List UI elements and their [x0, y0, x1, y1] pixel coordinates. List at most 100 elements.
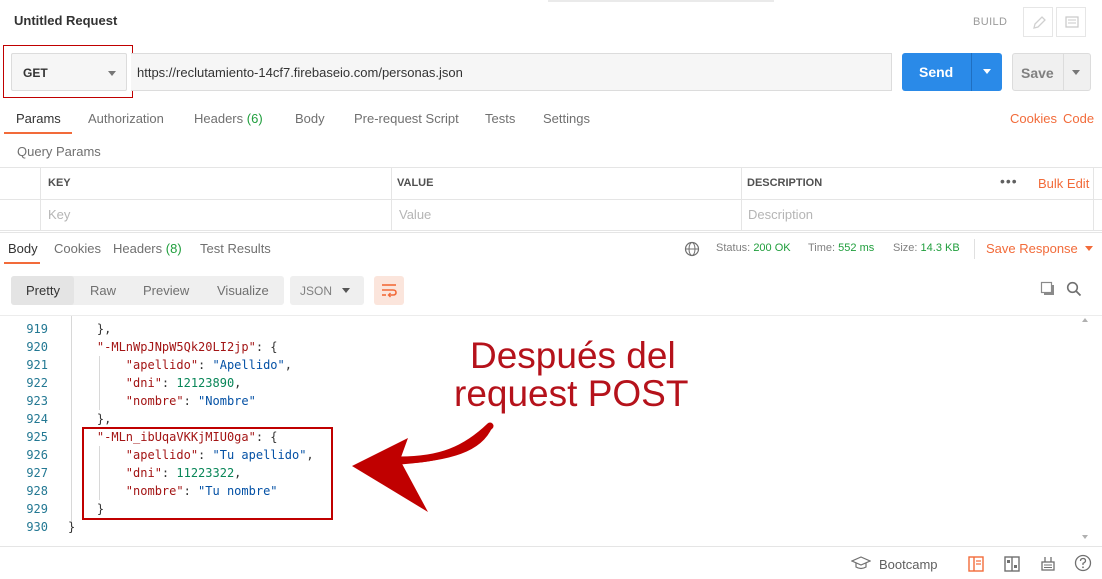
- tab-body[interactable]: Body: [295, 111, 325, 126]
- status-divider: [974, 239, 975, 259]
- tab-label: Tests: [485, 111, 516, 126]
- response-divider: [0, 232, 1102, 233]
- response-status[interactable]: Status: 200 OK: [716, 242, 791, 254]
- status-value: 200 OK: [753, 242, 791, 254]
- tab-headers[interactable]: Headers (6): [194, 111, 263, 126]
- tab-authorization[interactable]: Authorization: [88, 111, 164, 126]
- bootcamp-link[interactable]: Bootcamp: [879, 557, 938, 572]
- tab-label: Headers: [113, 241, 163, 256]
- help-icon[interactable]: [1074, 554, 1092, 572]
- save-label: Save: [1021, 65, 1054, 81]
- size-value: 14.3 KB: [920, 242, 960, 254]
- active-tab-indicator: [4, 132, 72, 134]
- value-input[interactable]: Value: [399, 207, 431, 222]
- query-params-title: Query Params: [17, 144, 101, 159]
- code-line: "apellido": "Apellido",: [125, 358, 292, 372]
- view-raw-button[interactable]: Raw: [90, 283, 116, 298]
- chevron-down-icon: [342, 288, 350, 293]
- column-divider: [741, 168, 742, 230]
- headers-count: (6): [246, 111, 263, 126]
- size-label: Size:: [893, 242, 918, 254]
- code-line: },: [68, 412, 112, 426]
- tab-pre-request-script[interactable]: Pre-request Script: [354, 111, 459, 126]
- code-link[interactable]: Code: [1063, 111, 1094, 126]
- view-preview-button[interactable]: Preview: [143, 283, 189, 298]
- more-options-icon[interactable]: •••: [1000, 173, 1018, 189]
- globe-icon[interactable]: [684, 241, 700, 257]
- line-number: 930: [26, 520, 48, 534]
- wrap-lines-button[interactable]: [374, 276, 404, 305]
- headers-count: (8): [165, 241, 182, 256]
- send-options-chevron-icon[interactable]: [983, 69, 991, 74]
- view-pretty-button[interactable]: Pretty: [26, 283, 60, 298]
- comments-button[interactable]: [1056, 7, 1086, 37]
- comment-icon: [1065, 16, 1079, 28]
- grid-view-icon[interactable]: [1003, 555, 1021, 573]
- format-label: JSON: [300, 284, 333, 298]
- tab-label: Authorization: [88, 111, 164, 126]
- tab-label: Test Results: [200, 241, 271, 256]
- runner-icon[interactable]: [1039, 554, 1057, 572]
- response-tab-cookies[interactable]: Cookies: [54, 241, 101, 256]
- build-mode-label[interactable]: BUILD: [973, 16, 1007, 28]
- save-options-chevron-icon[interactable]: [1072, 70, 1080, 75]
- line-number: 919: [26, 322, 48, 336]
- tab-label: Pre-request Script: [354, 111, 459, 126]
- scrollbar[interactable]: [1080, 316, 1090, 544]
- column-header-description: DESCRIPTION: [747, 177, 823, 189]
- column-divider: [391, 168, 392, 230]
- request-title[interactable]: Untitled Request: [14, 13, 117, 28]
- line-number: 923: [26, 394, 48, 408]
- method-highlight-box: [3, 45, 133, 98]
- bulk-edit-link[interactable]: Bulk Edit: [1038, 176, 1089, 191]
- send-label: Send: [919, 64, 954, 80]
- view-visualize-button[interactable]: Visualize: [217, 283, 269, 298]
- code-line: "nombre": "Nombre": [125, 394, 256, 408]
- line-number: 920: [26, 340, 48, 354]
- search-icon[interactable]: [1066, 281, 1082, 297]
- column-header-key: KEY: [48, 177, 71, 189]
- line-number: 927: [26, 466, 48, 480]
- response-tab-headers[interactable]: Headers (8): [113, 241, 182, 256]
- tab-label: Cookies: [54, 241, 101, 256]
- new-record-highlight-box: [82, 427, 333, 520]
- tab-settings[interactable]: Settings: [543, 111, 590, 126]
- time-label: Time:: [808, 242, 836, 254]
- tab-label: Body: [8, 241, 38, 256]
- response-time[interactable]: Time: 552 ms: [808, 242, 874, 254]
- line-number: 926: [26, 448, 48, 462]
- cookies-link[interactable]: Cookies: [1010, 111, 1057, 126]
- tab-tests[interactable]: Tests: [485, 111, 515, 126]
- edit-mode-button[interactable]: [1023, 7, 1053, 37]
- graduation-cap-icon: [851, 556, 871, 570]
- save-response-label: Save Response: [986, 241, 1078, 256]
- response-size[interactable]: Size: 14.3 KB: [893, 242, 960, 254]
- save-response-button[interactable]: Save Response: [986, 241, 1094, 256]
- copy-icon[interactable]: [1040, 281, 1056, 297]
- active-response-tab-indicator: [4, 262, 40, 264]
- chevron-down-icon: [1085, 246, 1094, 251]
- scrollbar-arrows: [1082, 318, 1088, 539]
- table-row-divider: [0, 199, 1102, 200]
- two-pane-view-icon[interactable]: [967, 555, 985, 573]
- code-line: "dni": 12123890,: [125, 376, 242, 390]
- code-line: "nombre": "Nombre": [68, 316, 256, 318]
- tab-params[interactable]: Params: [16, 111, 61, 126]
- tab-label: Headers: [194, 111, 244, 126]
- line-number: 922: [26, 376, 48, 390]
- save-button[interactable]: Save: [1012, 53, 1091, 91]
- format-select[interactable]: JSON: [290, 276, 364, 305]
- key-input[interactable]: Key: [48, 207, 70, 222]
- url-input[interactable]: https://reclutamiento-14cf7.firebaseio.c…: [131, 53, 892, 91]
- response-tab-test-results[interactable]: Test Results: [200, 241, 271, 256]
- line-number: 924: [26, 412, 48, 426]
- title-bar: Untitled Request BUILD: [0, 0, 1102, 42]
- line-number: 925: [26, 430, 48, 444]
- description-input[interactable]: Description: [748, 207, 813, 222]
- send-button[interactable]: Send: [902, 53, 1002, 91]
- annotation-line-2: request POST: [454, 373, 689, 414]
- code-line: },: [68, 322, 112, 336]
- view-mode-bar: Pretty Raw Preview Visualize: [11, 276, 284, 305]
- response-tab-body[interactable]: Body: [8, 241, 38, 256]
- wrap-icon: [382, 284, 397, 298]
